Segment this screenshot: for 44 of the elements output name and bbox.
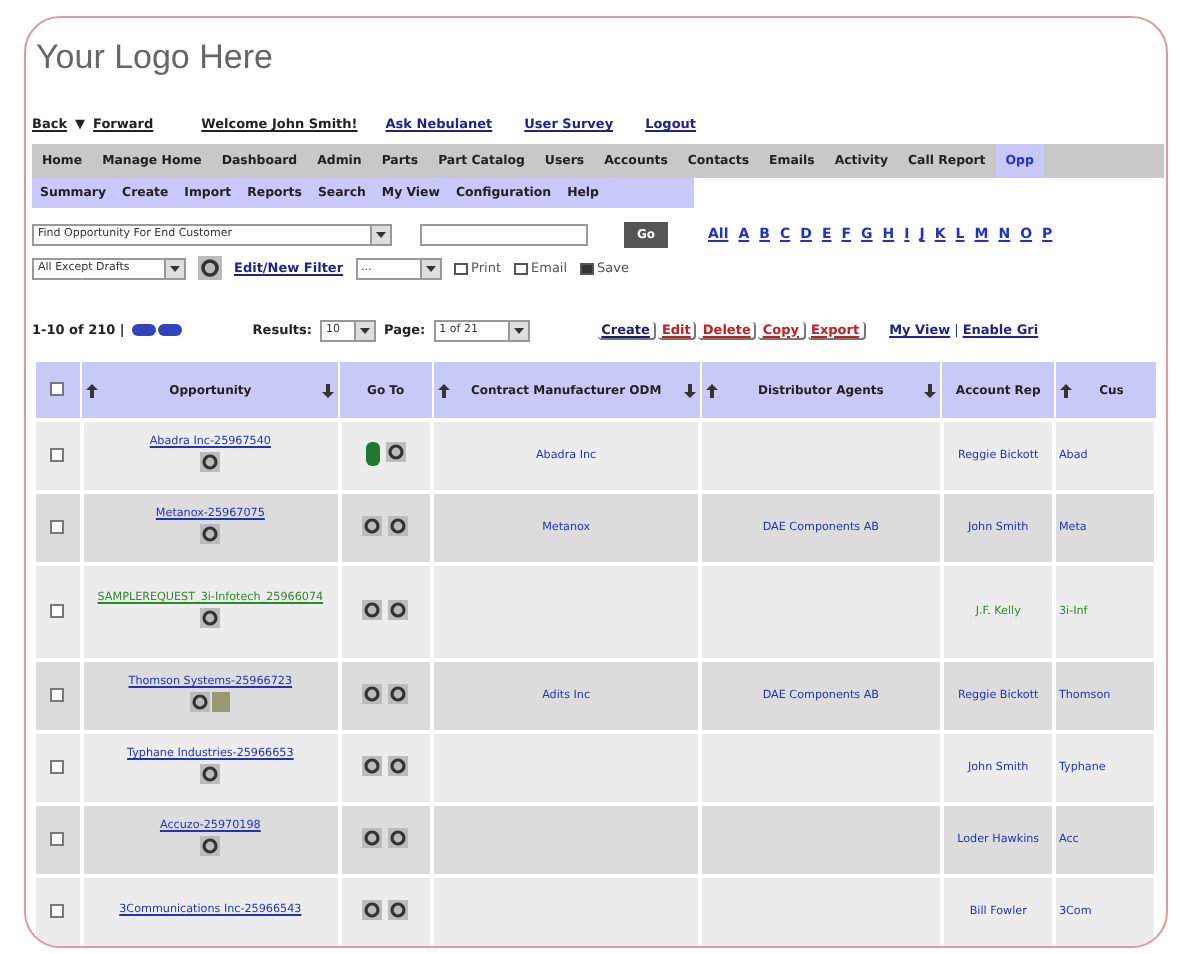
- checkbox[interactable]: [50, 381, 65, 395]
- gear-icon[interactable]: [385, 442, 406, 462]
- gear-icon[interactable]: [388, 516, 409, 536]
- gear-icon[interactable]: [388, 684, 409, 704]
- checkbox[interactable]: [50, 519, 65, 533]
- gear-icon[interactable]: [388, 828, 409, 848]
- sort-up-icon[interactable]: [705, 383, 718, 397]
- gear-icon[interactable]: [200, 524, 221, 544]
- search-field[interactable]: [420, 223, 588, 245]
- gear-icon[interactable]: [190, 692, 211, 712]
- caret-icon[interactable]: [164, 259, 184, 277]
- caret-icon[interactable]: [354, 321, 375, 339]
- gear-icon[interactable]: [362, 600, 383, 620]
- gear-icon[interactable]: [362, 828, 383, 848]
- gear-icon[interactable]: [362, 684, 383, 704]
- pager-arrows-icon[interactable]: [132, 324, 185, 336]
- gear-icon[interactable]: [200, 764, 221, 784]
- gear-icon[interactable]: [362, 756, 383, 776]
- gear-icon[interactable]: [388, 600, 409, 620]
- checkbox[interactable]: [50, 759, 65, 773]
- sort-down-icon[interactable]: [924, 383, 937, 397]
- logo-text: Your Logo Here: [34, 36, 275, 80]
- sort-up-icon[interactable]: [437, 383, 450, 397]
- gear-icon[interactable]: [388, 900, 409, 920]
- gear-icon[interactable]: [198, 256, 222, 280]
- sort-down-icon[interactable]: [322, 383, 335, 397]
- gear-icon[interactable]: [200, 836, 221, 856]
- checkbox[interactable]: [50, 903, 65, 917]
- caret-icon[interactable]: [507, 321, 528, 339]
- sort-up-icon[interactable]: [1059, 383, 1072, 397]
- checkbox[interactable]: [50, 831, 65, 845]
- caret-icon[interactable]: [370, 225, 390, 243]
- status-icon[interactable]: [365, 442, 380, 466]
- checkbox[interactable]: [50, 687, 65, 701]
- gear-icon[interactable]: [200, 452, 221, 472]
- gear-icon[interactable]: [388, 756, 409, 776]
- gear-icon[interactable]: [362, 900, 383, 920]
- sort-up-icon[interactable]: [86, 383, 99, 397]
- checkbox[interactable]: [50, 447, 65, 461]
- gear-icon[interactable]: [362, 516, 383, 536]
- checkbox[interactable]: [50, 603, 65, 617]
- sort-down-icon[interactable]: [683, 383, 696, 397]
- gear-icon[interactable]: [200, 608, 221, 628]
- caret-icon[interactable]: [419, 259, 440, 277]
